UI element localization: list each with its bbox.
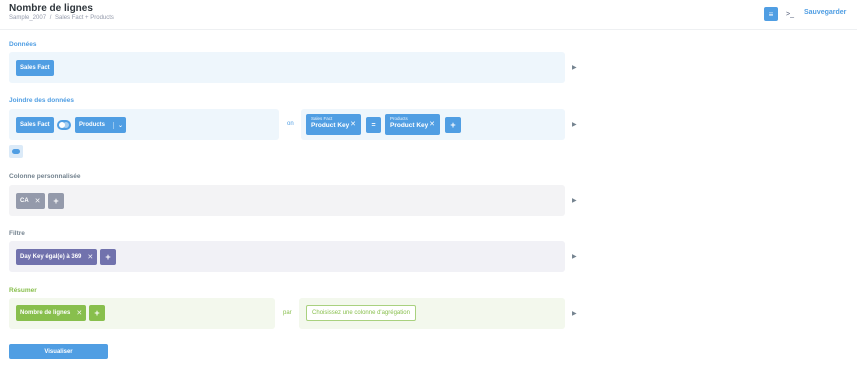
preview-arrow-icon[interactable]: ▶ bbox=[572, 121, 577, 128]
preview-arrow-icon[interactable]: ▶ bbox=[572, 253, 577, 260]
data-table-pill[interactable]: Sales Fact bbox=[16, 60, 54, 76]
query-header: Nombre de lignes Sample_2007 / Sales Fac… bbox=[0, 0, 857, 30]
add-custom-column-button[interactable]: + bbox=[48, 193, 64, 209]
join-operator[interactable]: = bbox=[366, 117, 381, 133]
breadcrumb-database[interactable]: Sample_2007 bbox=[9, 15, 46, 21]
preview-arrow-icon[interactable]: ▶ bbox=[572, 64, 577, 71]
chevron-down-icon: ⌄ bbox=[113, 121, 123, 129]
notebook-icon[interactable]: ≡ bbox=[764, 7, 778, 21]
visualize-button[interactable]: Visualiser bbox=[9, 344, 108, 359]
close-icon[interactable]: ✕ bbox=[429, 120, 435, 128]
filter-label: Day Key égal(e) à 369 bbox=[20, 254, 82, 260]
data-step-box bbox=[9, 52, 565, 83]
filter-section-label: Filtre bbox=[9, 230, 25, 237]
close-icon[interactable]: ✕ bbox=[87, 253, 93, 261]
terminal-icon[interactable]: >_ bbox=[783, 7, 797, 21]
add-metric-button[interactable]: + bbox=[89, 305, 105, 321]
custom-column-section-label: Colonne personnalisée bbox=[9, 173, 81, 180]
breadcrumb: Sample_2007 / Sales Fact + Products bbox=[9, 15, 116, 21]
summarize-metric-pill[interactable]: Nombre de lignes ✕ bbox=[16, 305, 87, 321]
add-join-condition-button[interactable]: + bbox=[445, 117, 461, 133]
choose-group-column-button[interactable]: Choisissez une colonne d'agrégation bbox=[306, 305, 416, 321]
data-section-label: Données bbox=[9, 41, 37, 48]
join-right-table-pill[interactable]: Products ⌄ bbox=[75, 117, 126, 133]
close-icon[interactable]: ✕ bbox=[76, 309, 82, 317]
join-section-label: Joindre des données bbox=[9, 97, 75, 104]
page-title: Nombre de lignes bbox=[9, 3, 93, 14]
preview-arrow-icon[interactable]: ▶ bbox=[572, 310, 577, 317]
join-toggle-icon[interactable] bbox=[9, 145, 23, 158]
custom-column-box bbox=[9, 185, 565, 216]
summarize-section-label: Résumer bbox=[9, 287, 37, 294]
preview-arrow-icon[interactable]: ▶ bbox=[572, 197, 577, 204]
data-table-label: Sales Fact bbox=[20, 65, 50, 71]
join-right-table-label: Products bbox=[79, 122, 106, 128]
summarize-by-label: par bbox=[283, 310, 292, 316]
add-filter-button[interactable]: + bbox=[100, 249, 116, 265]
filter-pill[interactable]: Day Key égal(e) à 369 ✕ bbox=[16, 249, 98, 265]
breadcrumb-tables[interactable]: Sales Fact + Products bbox=[55, 15, 114, 21]
breadcrumb-separator: / bbox=[49, 15, 52, 21]
join-type-icon[interactable] bbox=[57, 120, 71, 130]
join-right-column-pill[interactable]: Products Product Key ✕ bbox=[385, 114, 440, 135]
custom-column-label: CA bbox=[20, 198, 29, 204]
close-icon[interactable]: ✕ bbox=[350, 120, 356, 128]
join-left-table-pill[interactable]: Sales Fact bbox=[16, 117, 54, 133]
close-icon[interactable]: ✕ bbox=[35, 197, 41, 205]
join-left-column-pill[interactable]: Sales Fact Product Key ✕ bbox=[306, 114, 361, 135]
summarize-metric-label: Nombre de lignes bbox=[20, 310, 71, 316]
custom-column-pill[interactable]: CA ✕ bbox=[16, 193, 45, 209]
save-button[interactable]: Sauvegarder bbox=[804, 9, 846, 16]
join-on-label: on bbox=[287, 121, 294, 127]
join-left-table-label: Sales Fact bbox=[20, 122, 50, 128]
